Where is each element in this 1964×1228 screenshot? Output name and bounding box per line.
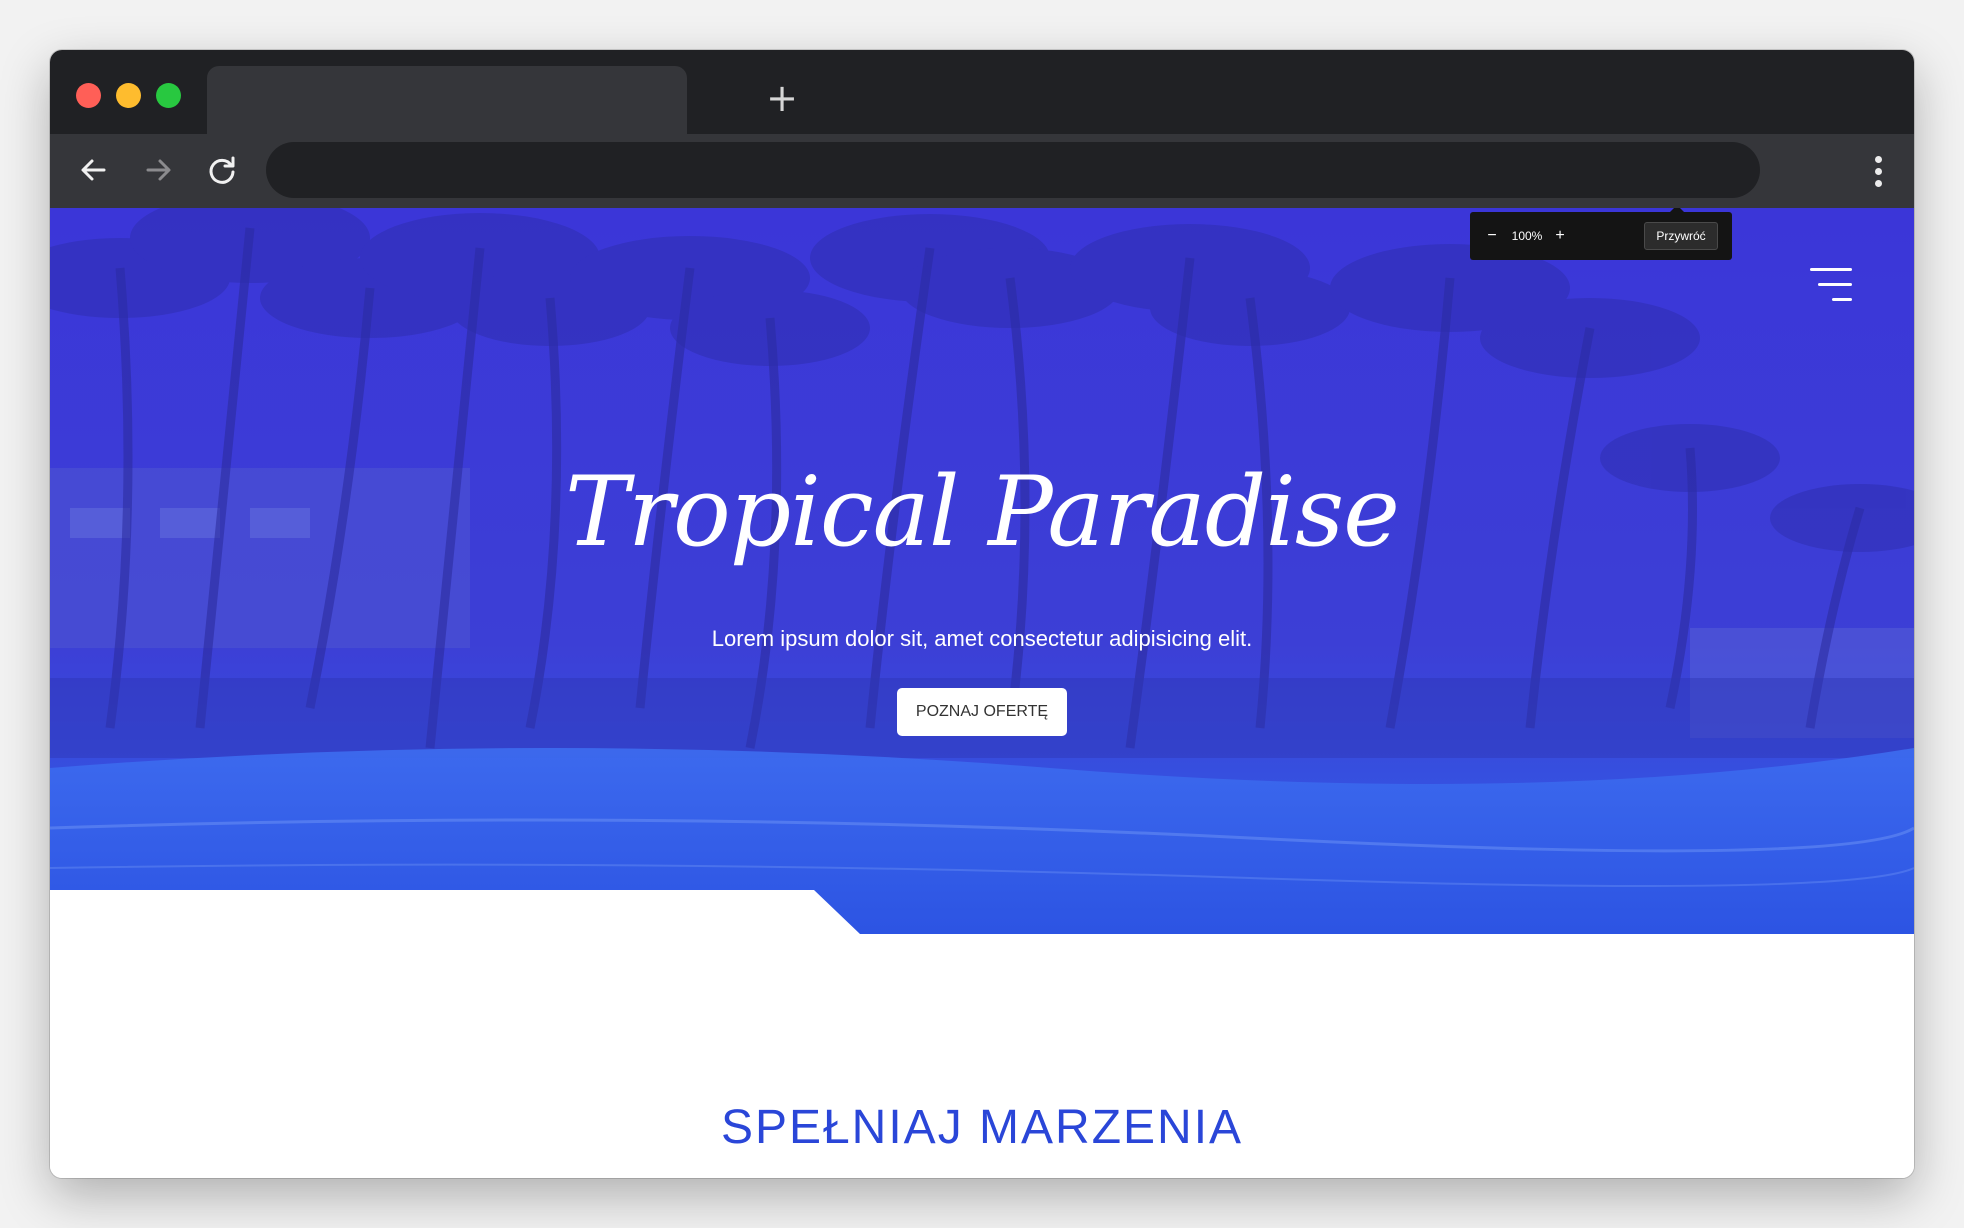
hero-divider-shape bbox=[50, 890, 1914, 950]
zoom-popup: − 100% + Przywróć bbox=[1470, 208, 1732, 260]
hero-section: − 100% + Przywróć Tropical Paradise Lore… bbox=[50, 208, 1914, 934]
zoom-level: 100% bbox=[1511, 229, 1543, 243]
zoom-reset-button[interactable]: Przywróć bbox=[1644, 222, 1718, 250]
active-tab[interactable] bbox=[207, 66, 687, 134]
web-page: − 100% + Przywróć Tropical Paradise Lore… bbox=[50, 208, 1914, 1178]
hamburger-menu-icon[interactable] bbox=[1808, 268, 1852, 304]
back-button[interactable] bbox=[72, 148, 116, 192]
arrow-left-icon bbox=[81, 159, 106, 181]
section-title: SPEŁNIAJ MARZENIA bbox=[720, 1101, 1244, 1154]
zoom-in-button[interactable]: + bbox=[1550, 224, 1570, 248]
tab-strip: + bbox=[50, 50, 1914, 134]
zoom-out-button[interactable]: − bbox=[1482, 224, 1502, 248]
address-bar[interactable] bbox=[266, 142, 1760, 198]
hero-title: Tropical Paradise bbox=[565, 456, 1400, 568]
reload-button[interactable] bbox=[200, 148, 244, 192]
maximize-window-button[interactable] bbox=[156, 83, 181, 108]
close-window-button[interactable] bbox=[76, 83, 101, 108]
reload-icon bbox=[209, 156, 235, 184]
explore-offer-button[interactable]: POZNAJ OFERTĘ bbox=[897, 688, 1067, 736]
minimize-window-button[interactable] bbox=[116, 83, 141, 108]
forward-button[interactable] bbox=[136, 148, 180, 192]
palm-resort-background-image bbox=[50, 208, 1914, 934]
kebab-menu-icon[interactable] bbox=[1868, 152, 1888, 192]
new-tab-button[interactable]: + bbox=[762, 78, 802, 118]
browser-toolbar bbox=[50, 134, 1914, 208]
arrow-right-icon bbox=[146, 159, 171, 181]
hero-subtitle: Lorem ipsum dolor sit, amet consectetur … bbox=[711, 626, 1253, 651]
browser-window: + − 100% + Przywróć Tropical Paradise Lo… bbox=[50, 50, 1914, 1178]
